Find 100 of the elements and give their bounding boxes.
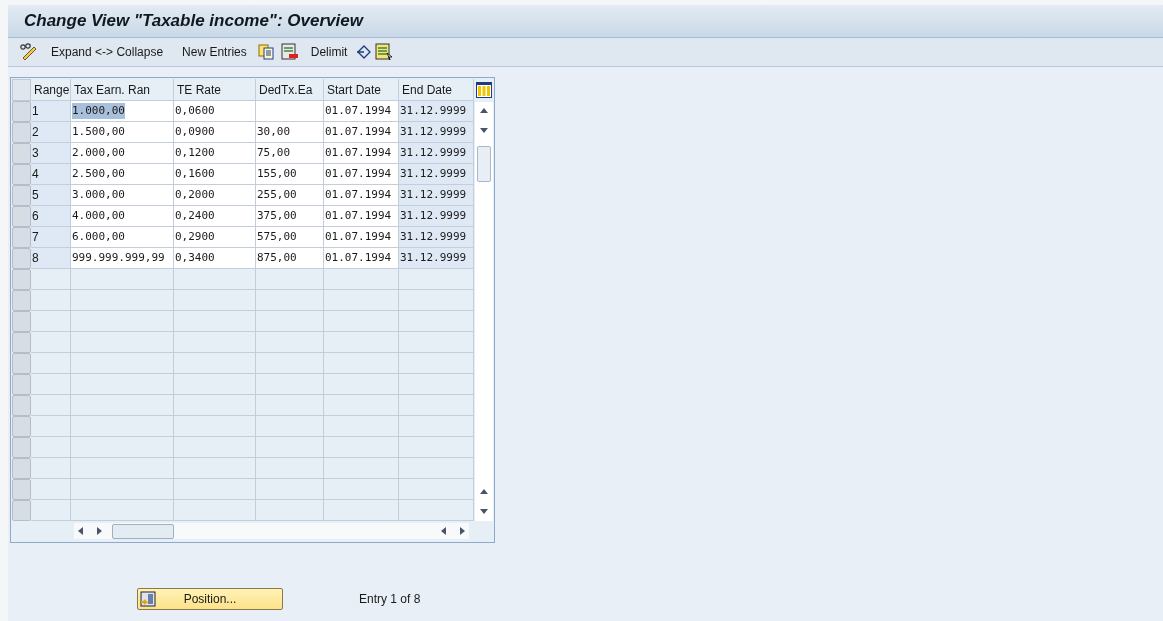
- table-cell: 31.12.9999: [399, 101, 474, 122]
- empty-table-cell: [256, 416, 324, 437]
- table-cell: 3.000,00: [71, 185, 174, 206]
- table-cell: 75,00: [256, 143, 324, 164]
- row-selector[interactable]: [12, 353, 31, 374]
- table-cell: 31.12.9999: [399, 227, 474, 248]
- scroll-right-icon[interactable]: [94, 526, 104, 536]
- scroll-up-icon[interactable]: [478, 106, 489, 116]
- scroll-right-icon[interactable]: [457, 526, 467, 536]
- table-cell: 01.07.1994: [324, 164, 399, 185]
- empty-table-cell: [256, 395, 324, 416]
- table-cell: 31.12.9999: [399, 185, 474, 206]
- table-cell: 30,00: [256, 122, 324, 143]
- table-cell: 875,00: [256, 248, 324, 269]
- table-cell: 0,2400: [174, 206, 256, 227]
- select-all-corner[interactable]: [12, 79, 31, 101]
- table-cell: 4.000,00: [71, 206, 174, 227]
- row-selector[interactable]: [12, 164, 31, 185]
- row-selector[interactable]: [12, 227, 31, 248]
- table-cell: 01.07.1994: [324, 122, 399, 143]
- table-cell: 2.000,00: [71, 143, 174, 164]
- table-cell: 8: [31, 248, 71, 269]
- table-cell: 255,00: [256, 185, 324, 206]
- empty-table-cell: [256, 290, 324, 311]
- table-cell: 01.07.1994: [324, 101, 399, 122]
- toolbar-button[interactable]: Expand <-> Collapse: [42, 41, 173, 63]
- table-cell: 999.999.999,99: [71, 248, 174, 269]
- row-selector[interactable]: [12, 206, 31, 227]
- toolbar-button[interactable]: New Entries: [174, 41, 255, 63]
- column-header[interactable]: DedTx.Ea: [256, 79, 324, 101]
- column-header[interactable]: TE Rate: [174, 79, 256, 101]
- row-selector[interactable]: [12, 416, 31, 437]
- table-cell: 7: [31, 227, 71, 248]
- row-selector[interactable]: [12, 374, 31, 395]
- table-cell: 0,0900: [174, 122, 256, 143]
- table-cell: 6.000,00: [71, 227, 174, 248]
- row-selector[interactable]: [12, 395, 31, 416]
- scroll-left-icon[interactable]: [76, 526, 86, 536]
- column-header[interactable]: Tax Earn. Ran: [71, 79, 174, 101]
- table-cell: 575,00: [256, 227, 324, 248]
- table-cell: 1.000,00: [71, 101, 174, 122]
- table-cell: 2: [31, 122, 71, 143]
- scroll-left-icon[interactable]: [439, 526, 449, 536]
- row-selector[interactable]: [12, 332, 31, 353]
- empty-table-cell: [256, 311, 324, 332]
- empty-table-cell: [256, 479, 324, 500]
- column-header[interactable]: Start Date: [324, 79, 399, 101]
- table-cell: 0,1200: [174, 143, 256, 164]
- table-cell: 01.07.1994: [324, 248, 399, 269]
- row-selector[interactable]: [12, 248, 31, 269]
- row-selector[interactable]: [12, 290, 31, 311]
- table-cell: 31.12.9999: [399, 248, 474, 269]
- empty-table-cell: [256, 437, 324, 458]
- row-selector[interactable]: [12, 143, 31, 164]
- row-selector[interactable]: [12, 122, 31, 143]
- copy-icon[interactable]: [256, 43, 275, 61]
- position-button[interactable]: Position...: [137, 588, 283, 610]
- table-cell: 0,0600: [174, 101, 256, 122]
- table-cell: 01.07.1994: [324, 227, 399, 248]
- toolbar-button[interactable]: Delimit: [304, 41, 354, 63]
- table-cell: 375,00: [256, 206, 324, 227]
- empty-table-cell: [256, 353, 324, 374]
- column-settings-icon[interactable]: [475, 82, 492, 98]
- table-cell: 6: [31, 206, 71, 227]
- column-header[interactable]: End Date: [399, 79, 474, 101]
- delete-row-icon[interactable]: [280, 43, 299, 61]
- table-cell: 31.12.9999: [399, 206, 474, 227]
- table-cell: 01.07.1994: [324, 185, 399, 206]
- table-cell: 0,3400: [174, 248, 256, 269]
- table-cell: 1.500,00: [71, 122, 174, 143]
- position-icon: [140, 591, 156, 607]
- window-title: Change View "Taxable income": Overview: [24, 10, 363, 33]
- table-cell: 4: [31, 164, 71, 185]
- table-cell: 0,2900: [174, 227, 256, 248]
- row-selector[interactable]: [12, 437, 31, 458]
- empty-table-cell: [256, 458, 324, 479]
- row-selector[interactable]: [12, 458, 31, 479]
- scroll-up-icon[interactable]: [478, 487, 489, 497]
- row-selector[interactable]: [12, 185, 31, 206]
- scroll-thumb[interactable]: [112, 523, 174, 539]
- select-all-icon[interactable]: [375, 43, 394, 61]
- row-selector[interactable]: [12, 311, 31, 332]
- empty-table-cell: [256, 269, 324, 290]
- table-cell: 3: [31, 143, 71, 164]
- table-cell: 2.500,00: [71, 164, 174, 185]
- row-selector[interactable]: [12, 101, 31, 122]
- row-selector[interactable]: [12, 479, 31, 500]
- empty-table-cell: [256, 374, 324, 395]
- scroll-thumb[interactable]: [476, 146, 491, 182]
- empty-table-cell: [256, 332, 324, 353]
- table-cell: 31.12.9999: [399, 164, 474, 185]
- table-cell: 155,00: [256, 164, 324, 185]
- table-cell: 0,1600: [174, 164, 256, 185]
- table-cell: 0,2000: [174, 185, 256, 206]
- table-cell: 31.12.9999: [399, 122, 474, 143]
- column-header[interactable]: Range: [31, 79, 71, 101]
- pencil-glasses-icon[interactable]: [19, 43, 39, 61]
- row-selector[interactable]: [12, 269, 31, 290]
- table-cell: 5: [31, 185, 71, 206]
- row-selector[interactable]: [12, 500, 31, 521]
